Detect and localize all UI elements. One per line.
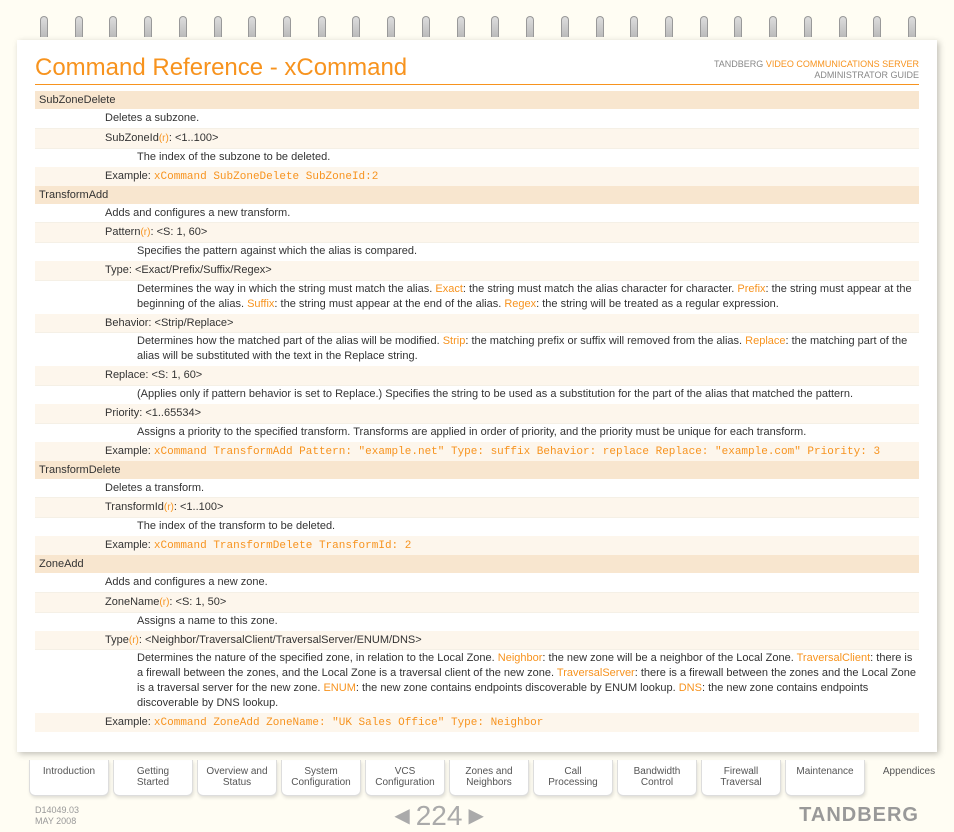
parameter-label: ZoneName(r): <S: 1, 50> (35, 593, 919, 613)
brand-logo: TANDBERG (799, 804, 919, 827)
command-heading: TransformAdd (35, 186, 919, 204)
tab-vcs[interactable]: VCSConfiguration (365, 760, 445, 796)
parameter-label: TransformId(r): <1..100> (35, 498, 919, 518)
doc-id: D14049.03MAY 2008 (35, 805, 79, 827)
page-content: Command Reference - xCommand TANDBERG VI… (17, 40, 937, 752)
command-description: Deletes a subzone. (35, 109, 919, 129)
parameter-description: The index of the transform to be deleted… (35, 518, 919, 536)
parameter-label: Pattern(r): <S: 1, 60> (35, 223, 919, 243)
command-heading: ZoneAdd (35, 555, 919, 573)
parameter-label: SubZoneId(r): <1..100> (35, 129, 919, 149)
example-row: Example: xCommand ZoneAdd ZoneName: "UK … (35, 713, 919, 732)
tab-appendices[interactable]: Appendices (869, 760, 949, 796)
example-row: Example: xCommand SubZoneDelete SubZoneI… (35, 167, 919, 186)
parameter-description: Determines the way in which the string m… (35, 281, 919, 314)
header-right: TANDBERG VIDEO COMMUNICATIONS SERVER ADM… (714, 59, 919, 82)
example-row: Example: xCommand TransformAdd Pattern: … (35, 442, 919, 461)
parameter-description: The index of the subzone to be deleted. (35, 149, 919, 167)
tab-zones-and[interactable]: Zones andNeighbors (449, 760, 529, 796)
command-heading: SubZoneDelete (35, 91, 919, 109)
tab-call[interactable]: CallProcessing (533, 760, 613, 796)
tab-overview-and[interactable]: Overview andStatus (197, 760, 277, 796)
parameter-description: (Applies only if pattern behavior is set… (35, 386, 919, 404)
parameter-label: Priority: <1..65534> (35, 404, 919, 424)
parameter-description: Determines the nature of the specified z… (35, 650, 919, 712)
parameter-label: Behavior: <Strip/Replace> (35, 314, 919, 334)
parameter-description: Determines how the matched part of the a… (35, 333, 919, 366)
parameter-description: Assigns a name to this zone. (35, 613, 919, 631)
command-description: Adds and configures a new zone. (35, 573, 919, 593)
bottom-tabs: IntroductionGetting StartedOverview andS… (29, 760, 937, 796)
prev-page-arrow[interactable]: ◀ (394, 803, 409, 828)
example-row: Example: xCommand TransformDelete Transf… (35, 536, 919, 555)
tab-system[interactable]: SystemConfiguration (281, 760, 361, 796)
command-heading: TransformDelete (35, 461, 919, 479)
tab-getting-started[interactable]: Getting Started (113, 760, 193, 796)
command-description: Deletes a transform. (35, 479, 919, 499)
tab-maintenance[interactable]: Maintenance (785, 760, 865, 796)
page-number: ◀ 224 ▶ (394, 800, 484, 832)
tab-introduction[interactable]: Introduction (29, 760, 109, 796)
next-page-arrow[interactable]: ▶ (468, 803, 483, 828)
parameter-label: Replace: <S: 1, 60> (35, 366, 919, 386)
parameter-label: Type(r): <Neighbor/TraversalClient/Trave… (35, 631, 919, 651)
tab-bandwidth[interactable]: BandwidthControl (617, 760, 697, 796)
parameter-label: Type: <Exact/Prefix/Suffix/Regex> (35, 261, 919, 281)
command-description: Adds and configures a new transform. (35, 204, 919, 224)
page-number-value: 224 (416, 800, 463, 832)
tab-firewall[interactable]: FirewallTraversal (701, 760, 781, 796)
parameter-description: Specifies the pattern against which the … (35, 243, 919, 261)
page-title: Command Reference - xCommand (35, 54, 407, 82)
parameter-description: Assigns a priority to the specified tran… (35, 424, 919, 442)
spiral-binding (17, 0, 937, 40)
